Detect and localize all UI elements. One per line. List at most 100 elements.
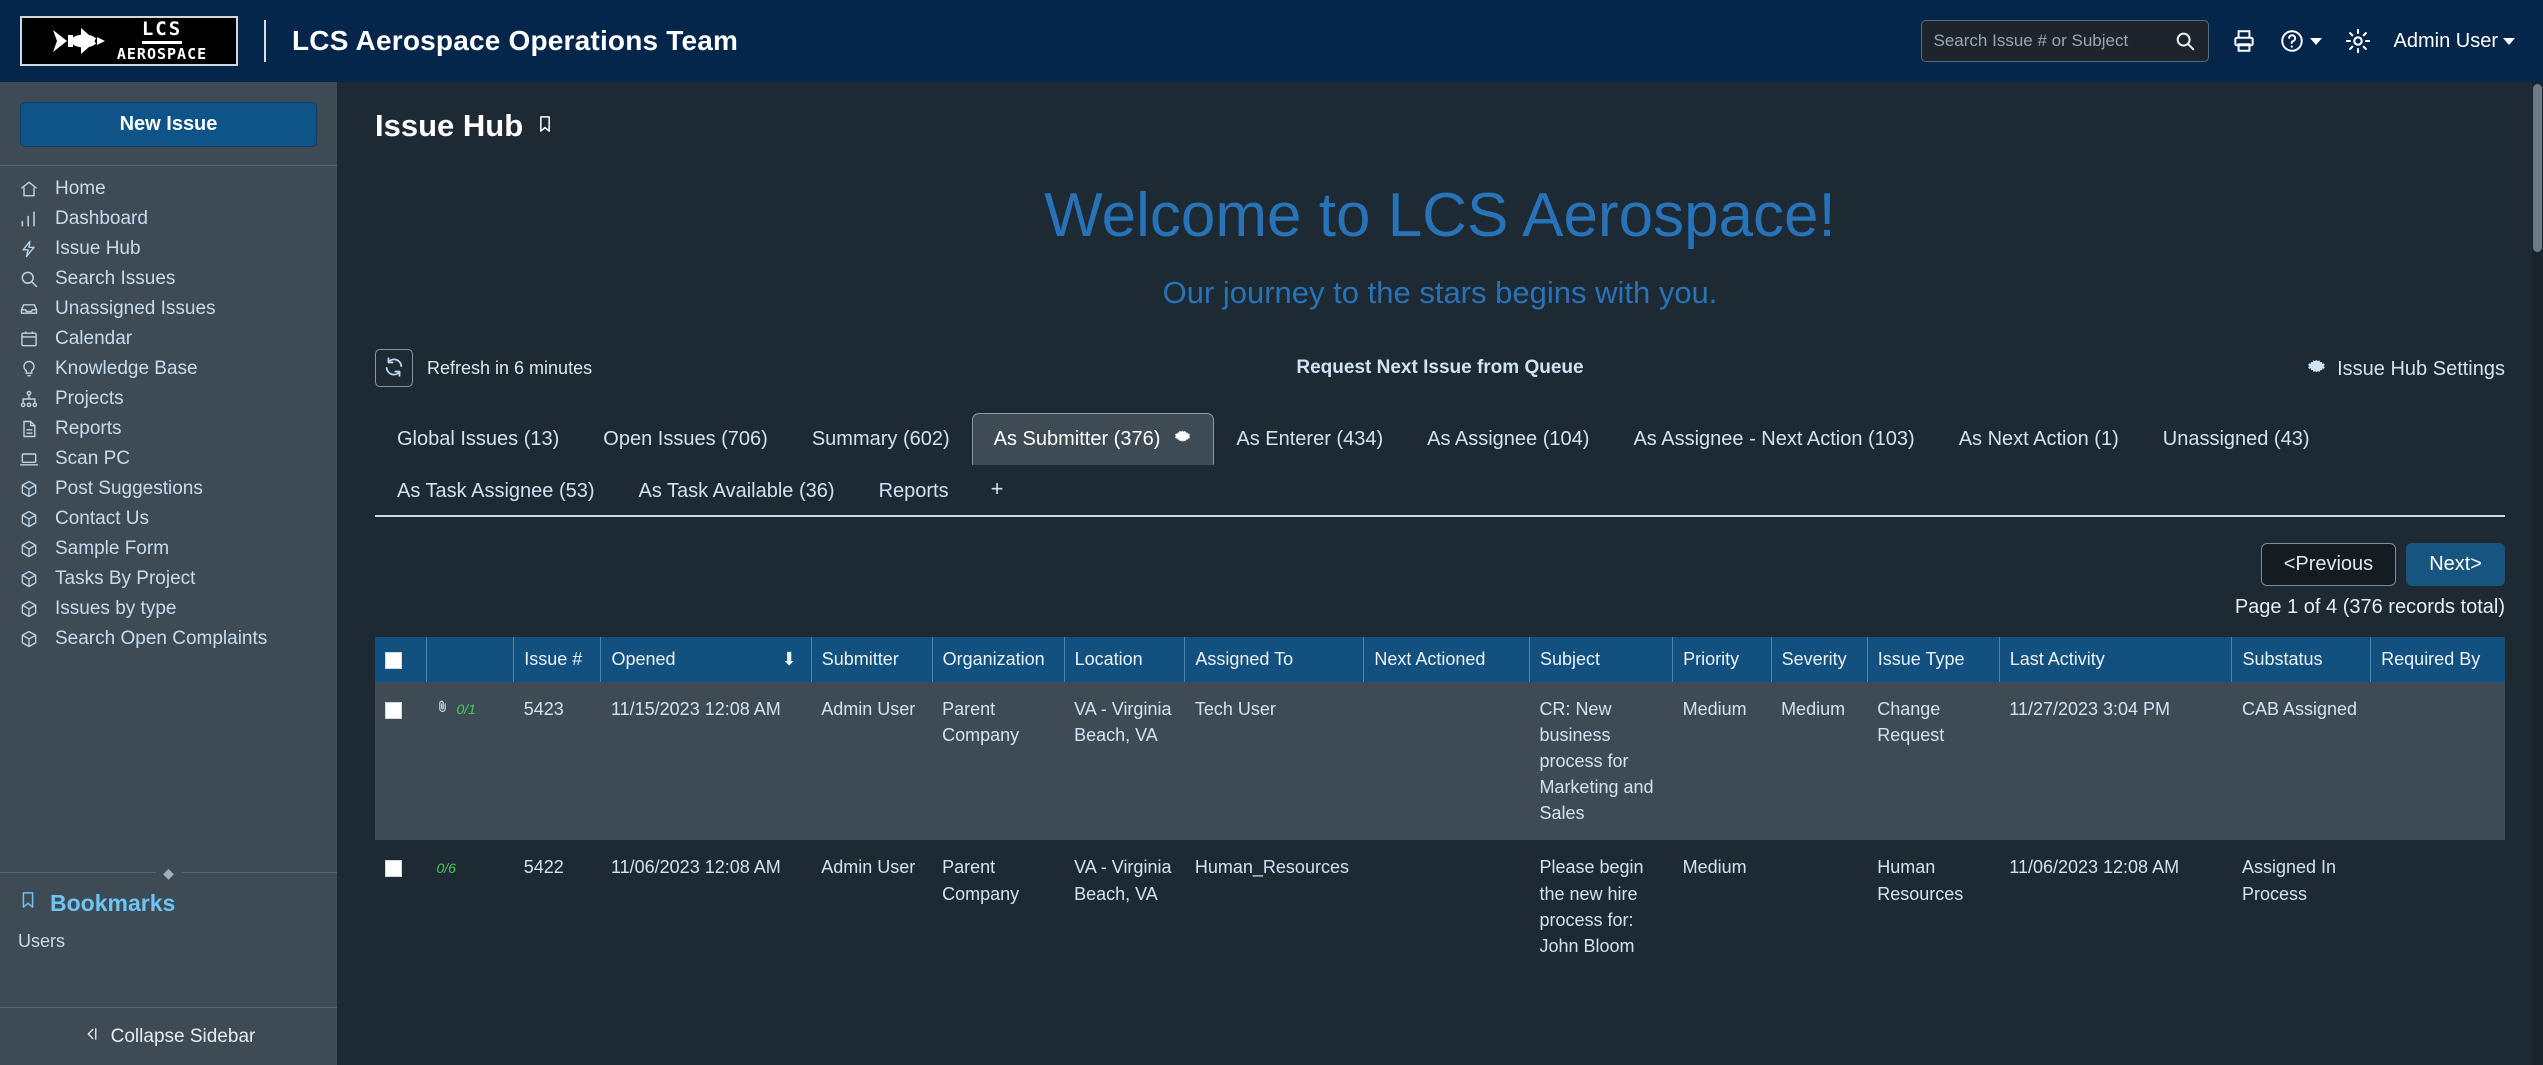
cube-icon	[18, 509, 40, 529]
sidebar-item-label: Home	[55, 178, 106, 199]
row-select-cell[interactable]	[375, 682, 427, 841]
document-icon	[18, 419, 40, 439]
column-issue-number[interactable]: Issue #	[513, 637, 602, 682]
sidebar: New Issue Home Dashboard Issue Hub Searc…	[0, 82, 337, 1065]
gear-icon	[2307, 356, 2327, 382]
tab-summary[interactable]: Summary (602)	[790, 414, 972, 465]
tab-as-task-assignee[interactable]: As Task Assignee (53)	[375, 466, 617, 517]
issues-table: Issue # Opened ⬇ Submitter Organization …	[375, 637, 2505, 973]
help-icon[interactable]	[2279, 28, 2322, 54]
sidebar-item-home[interactable]: Home	[0, 174, 337, 204]
sidebar-item-search-open-complaints[interactable]: Search Open Complaints	[0, 624, 337, 654]
sidebar-item-calendar[interactable]: Calendar	[0, 324, 337, 354]
column-next-actioned[interactable]: Next Actioned	[1363, 637, 1530, 682]
table-row[interactable]: 0/6 5422 11/06/2023 12:08 AM Admin User …	[375, 840, 2505, 973]
tab-as-assignee-next-action[interactable]: As Assignee - Next Action (103)	[1611, 414, 1936, 465]
company-logo[interactable]: LCS AEROSPACE	[20, 16, 238, 66]
tab-as-enterer[interactable]: As Enterer (434)	[1214, 414, 1405, 465]
cell-subject[interactable]: CR: New business process for Marketing a…	[1529, 682, 1673, 841]
column-label: Opened	[611, 649, 676, 669]
tab-open-issues[interactable]: Open Issues (706)	[581, 414, 790, 465]
tab-as-submitter[interactable]: As Submitter (376)	[971, 413, 1215, 465]
select-all-header[interactable]	[375, 637, 427, 682]
cell-subject[interactable]: Please begin the new hire process for: J…	[1529, 840, 1673, 973]
issue-hub-settings-link[interactable]: Issue Hub Settings	[2307, 356, 2505, 382]
cell-substatus: Assigned In Process	[2231, 840, 2371, 973]
sidebar-item-label: Dashboard	[55, 208, 148, 229]
logo-text-line1: LCS	[141, 20, 183, 44]
bolt-icon	[18, 239, 40, 259]
sidebar-item-scan-pc[interactable]: Scan PC	[0, 444, 337, 474]
sidebar-item-label: Knowledge Base	[55, 358, 198, 379]
column-assigned-to[interactable]: Assigned To	[1184, 637, 1365, 682]
sidebar-item-contact-us[interactable]: Contact Us	[0, 504, 337, 534]
column-location[interactable]: Location	[1064, 637, 1186, 682]
refresh-group: Refresh in 6 minutes	[375, 349, 592, 387]
sidebar-item-unassigned-issues[interactable]: Unassigned Issues	[0, 294, 337, 324]
gear-icon[interactable]	[2344, 27, 2372, 55]
sidebar-item-knowledge-base[interactable]: Knowledge Base	[0, 354, 337, 384]
sidebar-item-issue-hub[interactable]: Issue Hub	[0, 234, 337, 264]
search-box[interactable]	[1920, 20, 2209, 62]
page-scrollbar-thumb[interactable]	[2533, 84, 2542, 252]
page-scrollbar[interactable]	[2532, 82, 2543, 1065]
column-issue-type[interactable]: Issue Type	[1867, 637, 2000, 682]
page-header: Issue Hub	[337, 82, 2543, 144]
bookmark-page-icon[interactable]	[535, 111, 555, 142]
column-submitter[interactable]: Submitter	[811, 637, 933, 682]
page-title: Issue Hub	[375, 108, 524, 143]
tab-global-issues[interactable]: Global Issues (13)	[375, 414, 581, 465]
column-priority[interactable]: Priority	[1672, 637, 1772, 682]
tab-reports[interactable]: Reports	[857, 466, 971, 517]
column-subject[interactable]: Subject	[1529, 637, 1674, 682]
sidebar-item-projects[interactable]: Projects	[0, 384, 337, 414]
user-menu-label: Admin User	[2393, 29, 2498, 52]
sidebar-item-post-suggestions[interactable]: Post Suggestions	[0, 474, 337, 504]
column-organization[interactable]: Organization	[932, 637, 1065, 682]
tab-settings-gear-icon[interactable]	[1174, 427, 1192, 451]
cell-next-actioned	[1363, 682, 1530, 841]
select-all-checkbox[interactable]	[385, 651, 402, 669]
sitemap-icon	[18, 389, 40, 409]
sidebar-item-sample-form[interactable]: Sample Form	[0, 534, 337, 564]
request-next-issue-link[interactable]: Request Next Issue from Queue	[1296, 357, 1583, 379]
resize-handle-icon[interactable]: ◆	[155, 864, 182, 882]
table-row[interactable]: 0/1 5423 11/15/2023 12:08 AM Admin User …	[375, 682, 2505, 841]
sidebar-item-tasks-by-project[interactable]: Tasks By Project	[0, 564, 337, 594]
sidebar-item-reports[interactable]: Reports	[0, 414, 337, 444]
add-tab-button[interactable]: +	[971, 463, 1024, 515]
cell-issue-number[interactable]: 5422	[513, 840, 601, 973]
user-menu[interactable]: Admin User	[2394, 30, 2515, 53]
sidebar-item-dashboard[interactable]: Dashboard	[0, 204, 337, 234]
row-select-cell[interactable]	[375, 840, 427, 973]
column-substatus[interactable]: Substatus	[2231, 637, 2372, 682]
next-page-button[interactable]: Next>	[2406, 543, 2505, 586]
collapse-sidebar-button[interactable]: Collapse Sidebar	[0, 1007, 337, 1065]
tab-unassigned[interactable]: Unassigned (43)	[2141, 414, 2332, 465]
previous-page-button[interactable]: <Previous	[2260, 543, 2397, 586]
column-opened[interactable]: Opened ⬇	[600, 637, 812, 682]
tab-as-next-action[interactable]: As Next Action (1)	[1937, 414, 2141, 465]
tab-label: As Submitter (376)	[993, 427, 1161, 450]
bookmark-item-users[interactable]: Users	[18, 931, 337, 952]
cube-icon	[18, 629, 40, 649]
sidebar-item-label: Post Suggestions	[55, 478, 203, 499]
tab-as-assignee[interactable]: As Assignee (104)	[1405, 414, 1611, 465]
row-checkbox[interactable]	[385, 701, 402, 719]
column-severity[interactable]: Severity	[1771, 637, 1868, 682]
print-icon[interactable]	[2231, 28, 2257, 54]
sidebar-item-search-issues[interactable]: Search Issues	[0, 264, 337, 294]
sidebar-item-issues-by-type[interactable]: Issues by type	[0, 594, 337, 624]
new-issue-button[interactable]: New Issue	[20, 102, 317, 147]
tab-label: Open Issues (706)	[603, 428, 768, 450]
search-icon[interactable]	[2174, 30, 2196, 52]
row-checkbox[interactable]	[385, 860, 402, 878]
refresh-button[interactable]	[375, 349, 413, 387]
welcome-subheading: Our journey to the stars begins with you…	[1162, 275, 1718, 310]
cell-issue-number[interactable]: 5423	[513, 682, 601, 841]
search-input[interactable]	[1933, 31, 2174, 51]
column-last-activity[interactable]: Last Activity	[1999, 637, 2233, 682]
pagination: <Previous Next> Page 1 of 4 (376 records…	[375, 543, 2505, 619]
tab-as-task-available[interactable]: As Task Available (36)	[617, 466, 857, 517]
column-required-by[interactable]: Required By	[2370, 637, 2505, 682]
